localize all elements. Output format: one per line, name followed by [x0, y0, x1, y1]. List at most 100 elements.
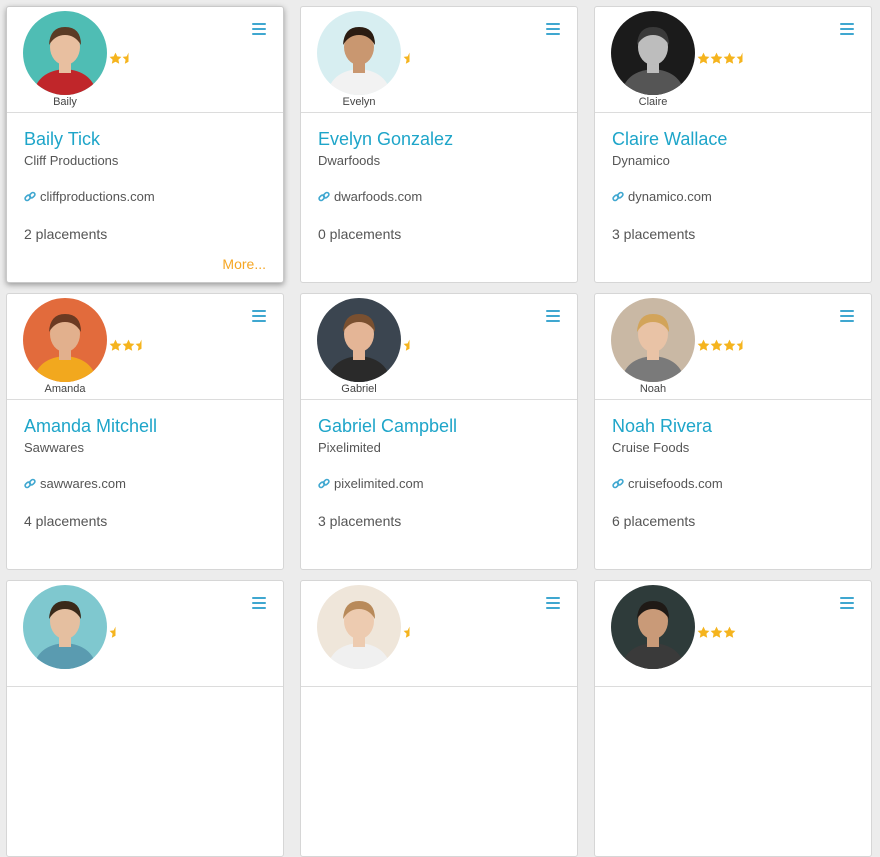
- half-star-icon: [736, 52, 743, 64]
- avatar-nickname: Amanda: [44, 383, 86, 395]
- half-star-icon: [403, 626, 410, 638]
- avatar-nickname: Gabriel: [341, 383, 377, 395]
- placements-count: 6 placements: [612, 513, 696, 529]
- star-rating: [403, 52, 416, 68]
- half-star-icon: [122, 52, 129, 64]
- contact-card[interactable]: Evelyn Evelyn Gonzalez Dwarfoods dwarfoo…: [300, 6, 578, 283]
- contact-name[interactable]: Noah Rivera: [612, 416, 854, 436]
- star-icon: [697, 626, 710, 638]
- card-header: [595, 581, 871, 687]
- more-link[interactable]: More...: [222, 256, 266, 272]
- link-icon: [318, 191, 330, 203]
- company-name: Cliff Productions: [24, 153, 119, 168]
- avatar-nickname: Baily: [53, 96, 77, 108]
- contact-card[interactable]: [594, 580, 872, 857]
- card-header: Amanda: [7, 294, 283, 400]
- star-rating: [403, 626, 416, 642]
- website-link[interactable]: cliffproductions.com: [24, 189, 266, 204]
- contact-card[interactable]: Amanda Amanda Mitchell Sawwares sawwares…: [6, 293, 284, 570]
- star-icon: [723, 626, 736, 638]
- card-header: Evelyn: [301, 7, 577, 113]
- half-star-icon: [736, 339, 743, 351]
- half-star-icon: [109, 626, 116, 638]
- avatar-nickname: Noah: [639, 383, 667, 395]
- star-icon: [710, 339, 723, 351]
- contact-name[interactable]: Baily Tick: [24, 129, 266, 149]
- menu-icon[interactable]: [840, 597, 854, 609]
- menu-icon[interactable]: [252, 310, 266, 322]
- website-link[interactable]: sawwares.com: [24, 476, 266, 491]
- avatar[interactable]: [23, 585, 107, 669]
- star-rating: [109, 626, 122, 642]
- company-name: Dwarfoods: [318, 153, 381, 168]
- half-star-icon: [135, 339, 142, 351]
- menu-icon[interactable]: [840, 310, 854, 322]
- avatar[interactable]: [611, 585, 695, 669]
- star-rating: [109, 52, 135, 68]
- star-rating: [697, 339, 749, 355]
- website-link[interactable]: pixelimited.com: [318, 476, 560, 491]
- website-text[interactable]: dwarfoods.com: [334, 189, 422, 204]
- card-header: Gabriel: [301, 294, 577, 400]
- avatar[interactable]: [611, 11, 695, 95]
- star-rating: [403, 339, 416, 355]
- link-icon: [24, 478, 36, 490]
- contact-card[interactable]: Claire Claire Wallace Dynamico dynamico.…: [594, 6, 872, 283]
- star-icon: [710, 626, 723, 638]
- avatar-nickname: Evelyn: [342, 96, 376, 108]
- avatar[interactable]: [611, 298, 695, 382]
- star-icon: [109, 52, 122, 64]
- menu-icon[interactable]: [546, 597, 560, 609]
- star-rating: [697, 626, 736, 642]
- avatar[interactable]: [317, 11, 401, 95]
- card-header: [301, 581, 577, 687]
- company-name: Sawwares: [24, 440, 84, 455]
- star-icon: [723, 339, 736, 351]
- avatar[interactable]: [317, 298, 401, 382]
- star-rating: [697, 52, 749, 68]
- placements-count: 2 placements: [24, 226, 108, 242]
- contact-name[interactable]: Gabriel Campbell: [318, 416, 560, 436]
- star-icon: [697, 52, 710, 64]
- contact-card[interactable]: Baily Baily Tick Cliff Productions cliff…: [6, 6, 284, 283]
- company-name: Cruise Foods: [612, 440, 690, 455]
- contact-name[interactable]: Claire Wallace: [612, 129, 854, 149]
- avatar[interactable]: [23, 298, 107, 382]
- placements-count: 4 placements: [24, 513, 108, 529]
- contact-card-grid: Baily Baily Tick Cliff Productions cliff…: [0, 0, 880, 857]
- star-icon: [109, 339, 122, 351]
- website-text[interactable]: cruisefoods.com: [628, 476, 723, 491]
- card-header: Baily: [7, 7, 283, 113]
- avatar[interactable]: [23, 11, 107, 95]
- contact-card[interactable]: Noah Noah Rivera Cruise Foods cruisefood…: [594, 293, 872, 570]
- card-header: Claire: [595, 7, 871, 113]
- contact-name[interactable]: Evelyn Gonzalez: [318, 129, 560, 149]
- link-icon: [318, 478, 330, 490]
- website-text[interactable]: cliffproductions.com: [40, 189, 155, 204]
- contact-card[interactable]: Gabriel Gabriel Campbell Pixelimited pix…: [300, 293, 578, 570]
- menu-icon[interactable]: [840, 23, 854, 35]
- website-link[interactable]: dwarfoods.com: [318, 189, 560, 204]
- card-header: [7, 581, 283, 687]
- website-link[interactable]: cruisefoods.com: [612, 476, 854, 491]
- menu-icon[interactable]: [252, 23, 266, 35]
- menu-icon[interactable]: [546, 310, 560, 322]
- website-link[interactable]: dynamico.com: [612, 189, 854, 204]
- contact-card[interactable]: [6, 580, 284, 857]
- contact-card[interactable]: [300, 580, 578, 857]
- star-icon: [697, 339, 710, 351]
- website-text[interactable]: dynamico.com: [628, 189, 712, 204]
- star-rating: [109, 339, 148, 355]
- menu-icon[interactable]: [252, 597, 266, 609]
- contact-name[interactable]: Amanda Mitchell: [24, 416, 266, 436]
- placements-count: 3 placements: [612, 226, 696, 242]
- star-icon: [122, 339, 135, 351]
- website-text[interactable]: sawwares.com: [40, 476, 126, 491]
- avatar[interactable]: [317, 585, 401, 669]
- link-icon: [24, 191, 36, 203]
- menu-icon[interactable]: [546, 23, 560, 35]
- half-star-icon: [403, 339, 410, 351]
- placements-count: 0 placements: [318, 226, 402, 242]
- website-text[interactable]: pixelimited.com: [334, 476, 424, 491]
- link-icon: [612, 478, 624, 490]
